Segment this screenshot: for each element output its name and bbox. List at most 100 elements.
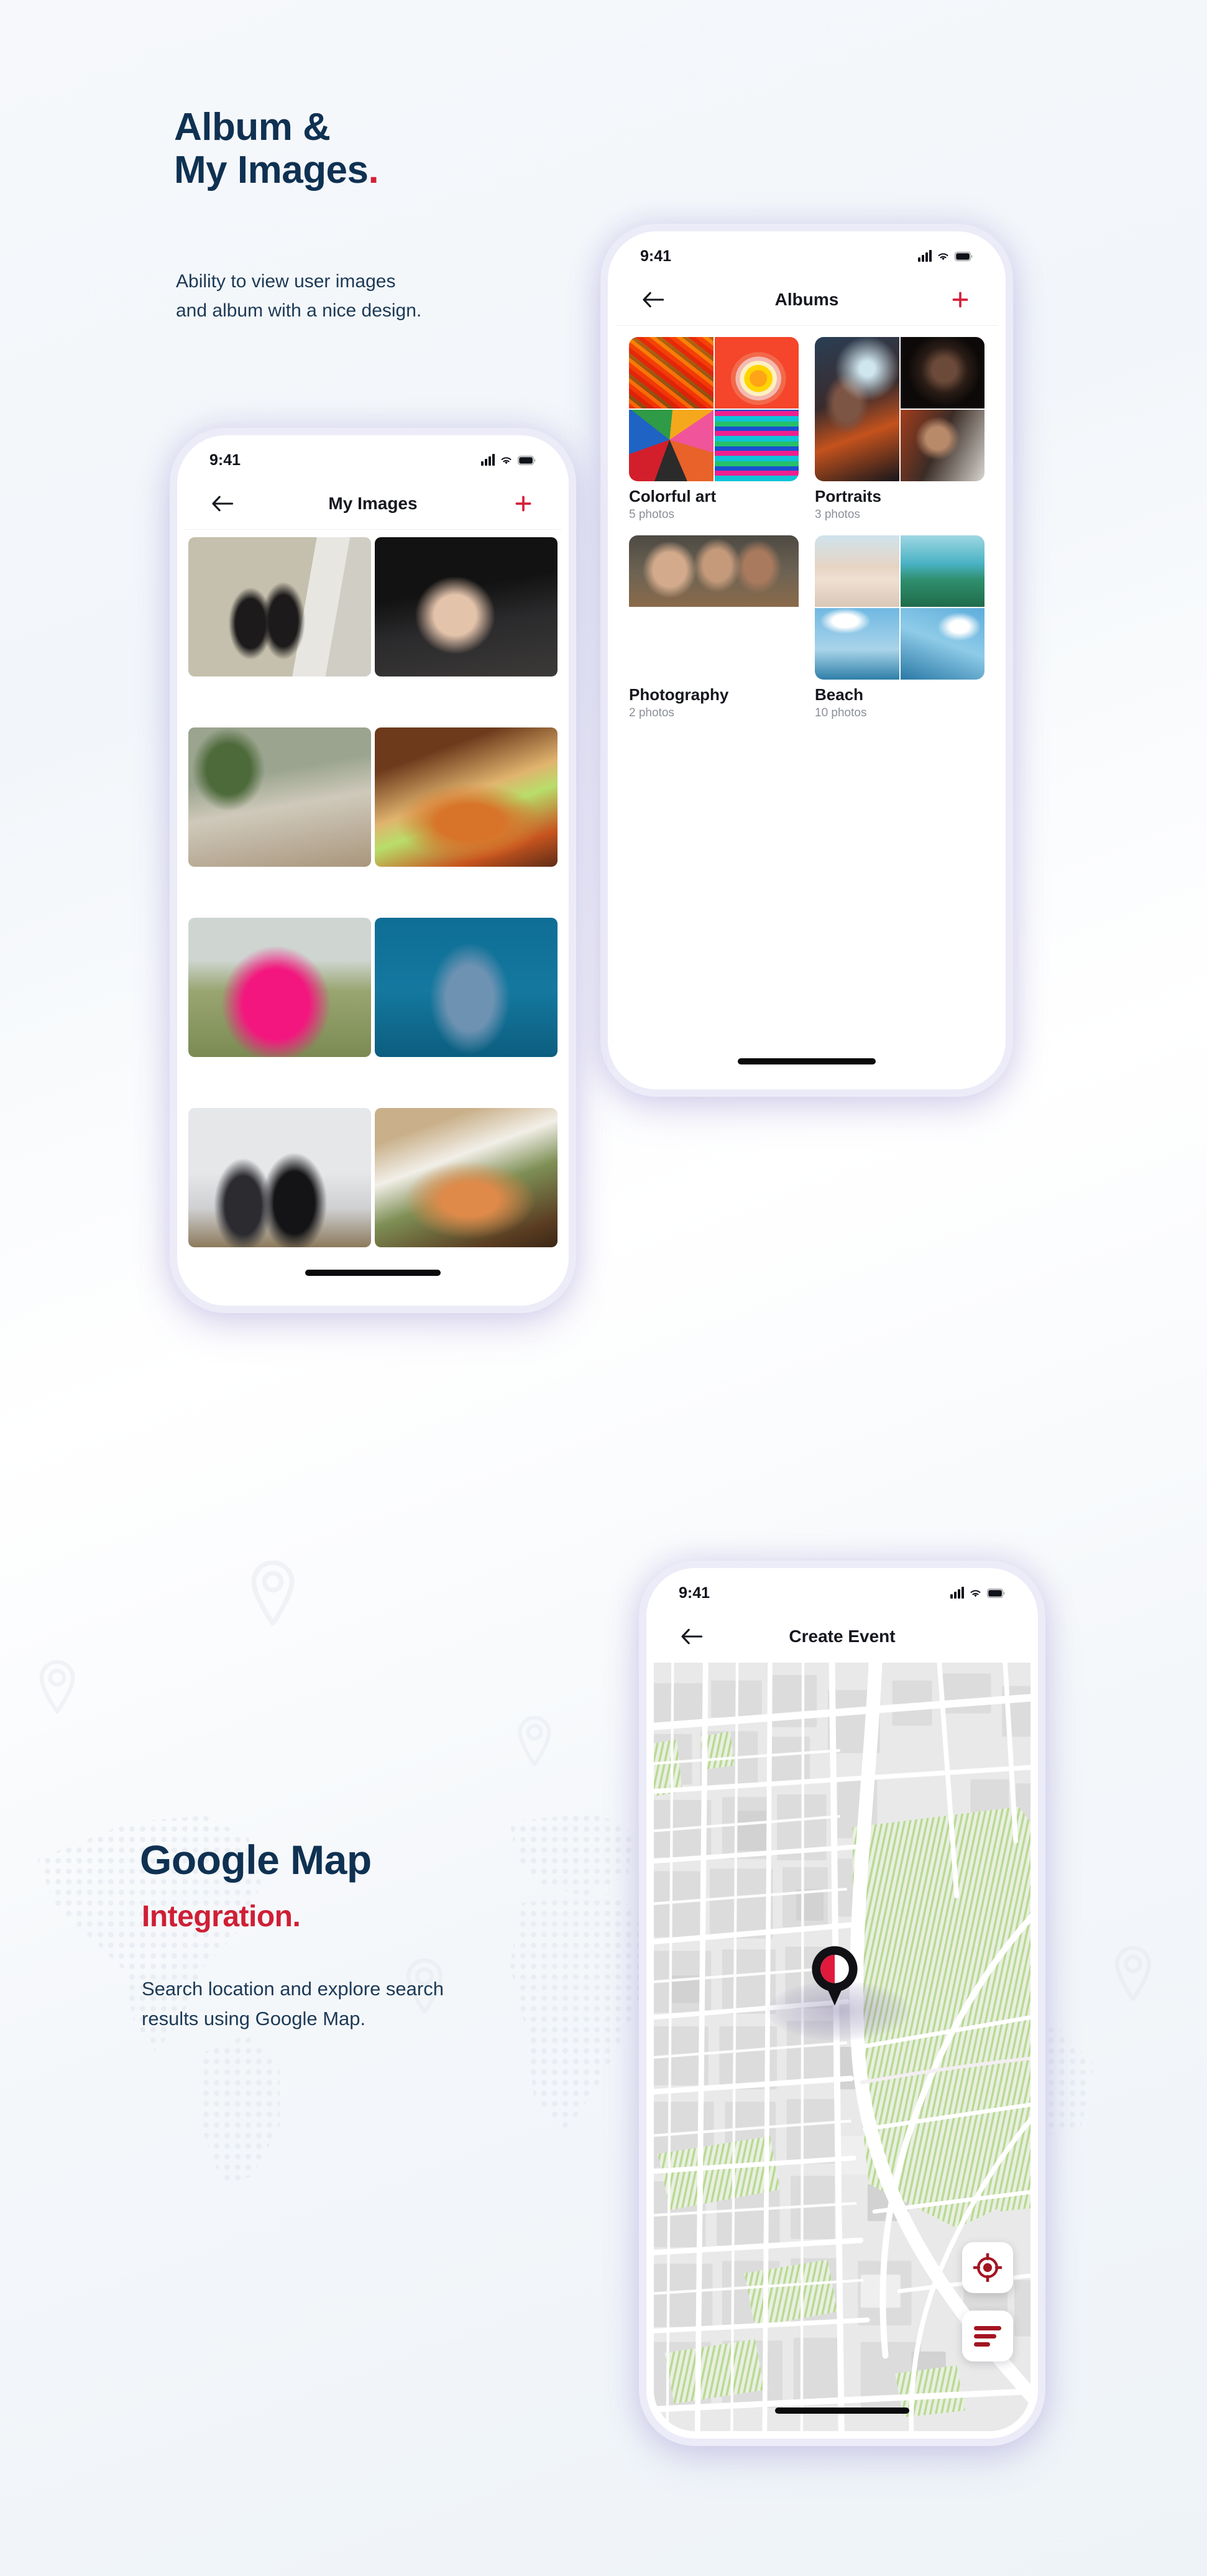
page-title: Create Event: [789, 1627, 896, 1646]
ghost-pin-icon-5: [1114, 1946, 1152, 2001]
photo-thumbnail[interactable]: [188, 1108, 371, 1247]
headline-google-map: Google Map: [140, 1837, 372, 1883]
ghost-pin-icon-3: [518, 1716, 551, 1766]
page-root: Album & My Images. Ability to view user …: [0, 0, 1207, 2576]
back-button[interactable]: [206, 494, 239, 513]
add-image-button[interactable]: [507, 493, 540, 514]
map-pin-marker-icon[interactable]: [810, 1944, 859, 2006]
battery-full-icon: [955, 251, 973, 261]
album-cover-tile: [815, 608, 899, 680]
phone-map-screen: 9:41 Create Event: [654, 1576, 1030, 2431]
add-album-button[interactable]: [943, 289, 977, 310]
arrow-left-icon: [681, 1628, 703, 1645]
photo-thumbnail[interactable]: [188, 918, 371, 1057]
subcopy-line-1: Ability to view user images: [176, 271, 396, 292]
plus-icon: [515, 496, 531, 511]
album-title: Portraits: [815, 487, 881, 506]
wifi-icon: [936, 251, 950, 262]
plus-icon: [952, 292, 968, 307]
album-cover-collage: [815, 535, 984, 680]
locate-me-button[interactable]: [962, 2242, 1013, 2293]
arrow-left-icon: [212, 496, 234, 511]
photo-people-in-workshop-room: [188, 1108, 371, 1247]
arrow-left-icon: [643, 292, 664, 307]
home-indicator[interactable]: [305, 1270, 441, 1276]
album-card[interactable]: Portraits 3 photos: [815, 337, 984, 522]
section-1-headline: Album & My Images.: [174, 106, 379, 192]
photo-thumbnail[interactable]: [188, 537, 371, 676]
photo-two-women-in-pink-race-shirts: [188, 918, 371, 1057]
status-time: 9:41: [679, 1584, 710, 1602]
status-bar: 9:41: [185, 443, 561, 478]
ghost-pin-icon-1: [251, 1561, 295, 1625]
photo-thumbnail[interactable]: [188, 727, 371, 867]
album-cover-tile: [714, 337, 799, 409]
album-cover-tile: [629, 608, 799, 680]
wifi-icon: [499, 455, 513, 466]
albums-grid: Colorful art 5 photos Portraits 3 photos: [615, 326, 998, 731]
album-title: Beach: [815, 685, 864, 704]
photo-thumbnail[interactable]: [375, 918, 558, 1057]
albums-navbar: Albums: [615, 274, 998, 326]
album-cover-tile: [629, 535, 799, 607]
headline-line-2: My Images: [174, 149, 369, 192]
photo-desk-with-plants-imac: [188, 727, 371, 867]
map-canvas[interactable]: [654, 1663, 1030, 2431]
cellular-bars-icon: [950, 1587, 964, 1599]
album-photo-count: 3 photos: [815, 508, 860, 521]
album-photo-count: 10 photos: [815, 706, 867, 719]
crosshair-target-icon: [973, 2253, 1002, 2282]
photo-salmon-dish-on-plate: [375, 1108, 558, 1247]
back-button[interactable]: [636, 290, 670, 309]
album-cover-tile: [815, 337, 899, 481]
page-title: My Images: [328, 493, 418, 513]
phone-my-images: 9:41 My Images: [177, 435, 569, 1306]
album-title: Colorful art: [629, 487, 717, 506]
status-bar: 9:41: [654, 1576, 1030, 1610]
my-images-navbar: My Images: [185, 478, 561, 530]
my-images-grid: [185, 533, 561, 1298]
photo-two-people-at-laptop: [188, 537, 371, 676]
album-cover-tile: [900, 608, 984, 680]
subcopy-line-2: results using Google Map.: [142, 2008, 366, 2030]
album-cover-collage: [815, 337, 984, 481]
back-button[interactable]: [675, 1627, 709, 1646]
status-time: 9:41: [209, 451, 241, 469]
album-card[interactable]: Colorful art 5 photos: [629, 337, 799, 522]
album-cover-tile: [629, 410, 714, 481]
home-indicator[interactable]: [775, 2407, 909, 2414]
album-cover-tile: [815, 535, 899, 607]
home-indicator[interactable]: [738, 1058, 876, 1064]
photo-tacos-close-up: [375, 727, 558, 867]
section-2-headline-accent: Integration.: [142, 1900, 301, 1934]
photo-thumbnail[interactable]: [375, 537, 558, 676]
album-cover-tile: [900, 535, 984, 607]
album-cover-tile: [900, 410, 984, 481]
phone-create-event-map: 9:41 Create Event: [646, 1568, 1038, 2439]
album-cover-tile: [629, 337, 714, 409]
subcopy-line-1: Search location and explore search: [142, 1978, 444, 2000]
cellular-bars-icon: [918, 250, 932, 262]
ghost-pin-icon-2: [39, 1660, 75, 1714]
create-event-navbar: Create Event: [654, 1610, 1030, 1663]
photo-thumbnail[interactable]: [375, 1108, 558, 1247]
headline-accent-dot: .: [368, 149, 379, 192]
subcopy-line-2: and album with a nice design.: [176, 300, 422, 321]
page-title: Albums: [774, 289, 839, 309]
album-card[interactable]: Beach 10 photos: [815, 535, 984, 720]
album-card[interactable]: Photography 2 photos: [629, 535, 799, 720]
status-bar: 9:41: [615, 239, 998, 274]
photo-person-in-denim-jacket-blue-wall: [375, 918, 558, 1057]
headline-accent-dot: .: [292, 1900, 301, 1933]
status-time: 9:41: [640, 247, 672, 265]
battery-full-icon: [987, 1588, 1006, 1598]
battery-full-icon: [518, 455, 536, 465]
photo-thumbnail[interactable]: [375, 727, 558, 867]
phone-my-images-screen: 9:41 My Images: [185, 443, 561, 1298]
phone-albums-screen: 9:41 Albums Colorful art 5 photos Portra…: [615, 239, 998, 1082]
section-1-subcopy: Ability to view user images and album wi…: [176, 267, 574, 325]
list-filter-button[interactable]: [962, 2311, 1013, 2361]
phone-albums: 9:41 Albums Colorful art 5 photos Portra…: [608, 231, 1006, 1089]
album-photo-count: 2 photos: [629, 706, 674, 719]
album-title: Photography: [629, 685, 729, 704]
